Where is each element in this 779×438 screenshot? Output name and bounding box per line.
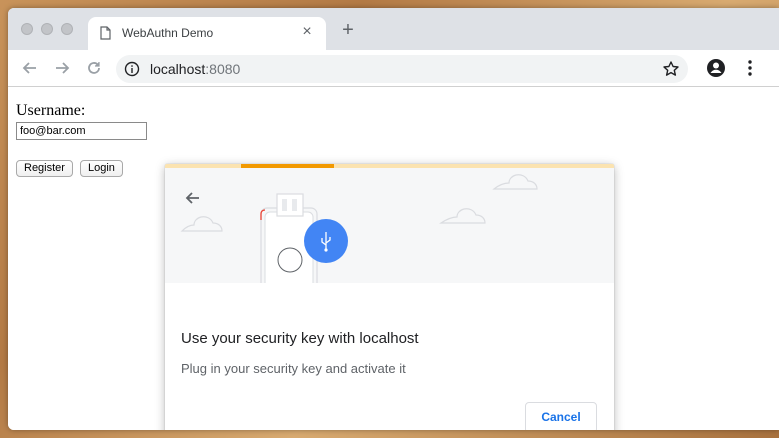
address-bar[interactable]: localhost:8080: [116, 55, 688, 83]
login-button[interactable]: Login: [80, 160, 123, 177]
back-arrow-icon[interactable]: [20, 58, 40, 78]
page-content: Username: Register Login: [8, 88, 779, 430]
toolbar: localhost:8080: [8, 50, 779, 87]
tab-title: WebAuthn Demo: [122, 26, 214, 40]
info-icon[interactable]: [124, 61, 140, 77]
tab-strip: WebAuthn Demo × +: [8, 8, 779, 50]
register-button[interactable]: Register: [16, 160, 73, 177]
dialog-title: Use your security key with localhost: [181, 330, 419, 347]
url-port: :8080: [205, 61, 241, 77]
page-icon: [100, 26, 111, 40]
usb-icon: [304, 219, 348, 263]
menu-icon[interactable]: [740, 58, 760, 78]
new-tab-button[interactable]: +: [338, 19, 358, 42]
profile-icon[interactable]: [706, 58, 726, 78]
reload-icon[interactable]: [84, 58, 104, 78]
cancel-button[interactable]: Cancel: [525, 402, 597, 430]
dialog-description: Plug in your security key and activate i…: [181, 361, 406, 376]
username-input[interactable]: [16, 122, 147, 140]
tab-close-icon[interactable]: ×: [298, 23, 316, 41]
url-host: localhost: [150, 61, 206, 77]
tab-webauthn-demo[interactable]: WebAuthn Demo ×: [88, 17, 326, 50]
maximize-window-button[interactable]: [61, 23, 73, 35]
close-window-button[interactable]: [21, 23, 33, 35]
url-text: localhost:8080: [150, 61, 240, 77]
browser-window: WebAuthn Demo × + localhost:8080 Usernam…: [8, 8, 779, 430]
forward-arrow-icon[interactable]: [52, 58, 72, 78]
illustration-graphic: [180, 174, 538, 283]
username-label: Username:: [16, 102, 86, 119]
security-key-dialog: Use your security key with localhost Plu…: [165, 164, 614, 430]
back-arrow-icon[interactable]: [183, 188, 203, 208]
minimize-window-button[interactable]: [41, 23, 53, 35]
cloud-icon: [180, 174, 538, 232]
star-icon[interactable]: [662, 60, 680, 78]
dialog-illustration: [165, 168, 614, 283]
